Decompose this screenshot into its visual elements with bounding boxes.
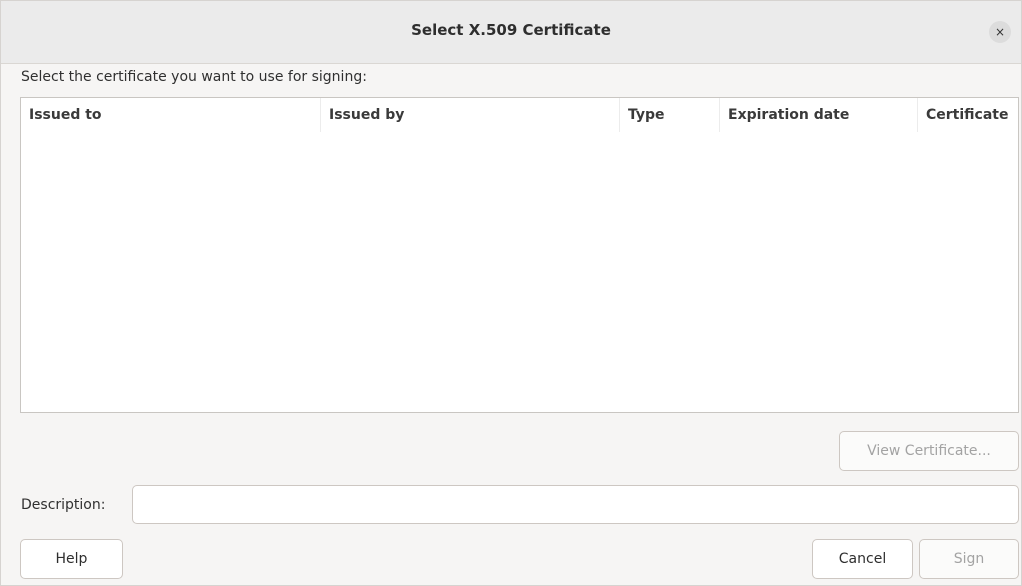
column-header-type[interactable]: Type xyxy=(619,98,719,132)
close-icon[interactable]: × xyxy=(989,21,1011,43)
instruction-label: Select the certificate you want to use f… xyxy=(21,69,367,85)
cancel-button[interactable]: Cancel xyxy=(812,539,913,579)
dialog-title: Select X.509 Certificate xyxy=(411,21,611,39)
column-header-issued-to[interactable]: Issued to xyxy=(21,98,320,132)
description-input[interactable] xyxy=(132,485,1019,524)
column-header-certificate[interactable]: Certificate xyxy=(917,98,1018,132)
sign-button[interactable]: Sign xyxy=(919,539,1019,579)
select-certificate-dialog: Select X.509 Certificate × Select the ce… xyxy=(0,0,1022,586)
column-header-expiration-date[interactable]: Expiration date xyxy=(719,98,917,132)
view-certificate-button[interactable]: View Certificate... xyxy=(839,431,1019,471)
certificate-list[interactable]: Issued to Issued by Type Expiration date… xyxy=(20,97,1019,413)
description-label: Description: xyxy=(21,497,106,513)
help-button[interactable]: Help xyxy=(20,539,123,579)
title-bar: Select X.509 Certificate × xyxy=(1,1,1021,64)
certificate-list-header: Issued to Issued by Type Expiration date… xyxy=(21,98,1018,132)
column-header-issued-by[interactable]: Issued by xyxy=(320,98,619,132)
